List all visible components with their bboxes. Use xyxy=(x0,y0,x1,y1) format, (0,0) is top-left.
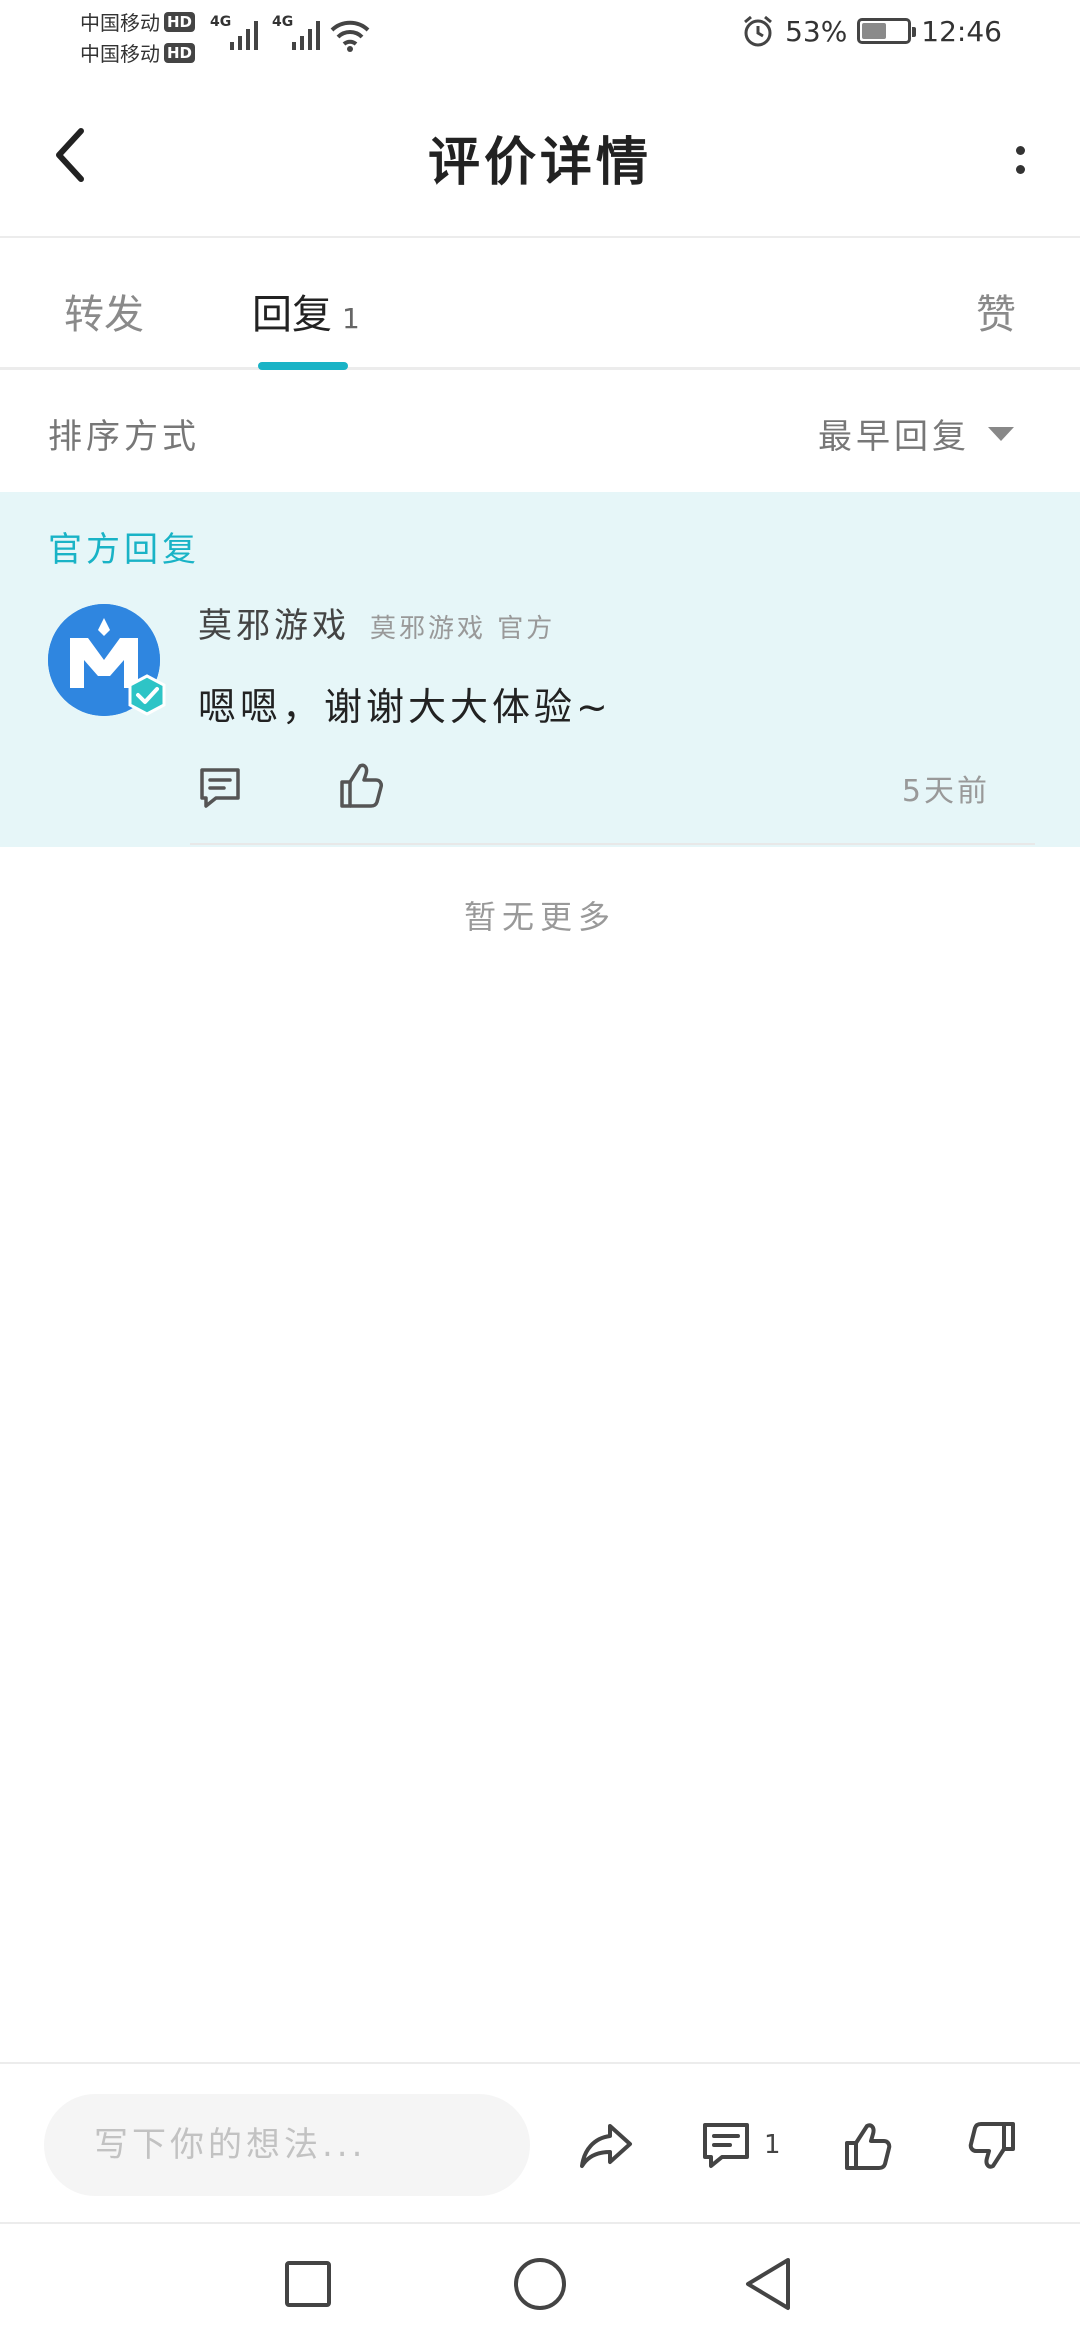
caret-down-icon xyxy=(988,426,1014,441)
home-button[interactable] xyxy=(508,2252,572,2316)
share-button[interactable] xyxy=(574,2114,638,2178)
thumbs-down-button[interactable] xyxy=(960,2114,1024,2178)
carrier-info: 中国移动 HD 中国移动 HD xyxy=(80,6,205,68)
system-back-button[interactable] xyxy=(736,2252,800,2316)
clock-time: 12:46 xyxy=(921,14,1002,48)
thumbs-up-icon[interactable] xyxy=(336,760,384,810)
system-nav-bar xyxy=(0,2226,1080,2340)
sort-row: 排序方式 最早回复 xyxy=(0,373,1080,493)
carrier-2-name: 中国移动 xyxy=(80,42,160,66)
thumbs-up-button[interactable] xyxy=(836,2114,900,2178)
tab-reply-count: 1 xyxy=(342,302,360,335)
reply-time: 5天前 xyxy=(901,774,990,809)
tab-reply-label: 回复 xyxy=(252,292,332,338)
sort-label: 排序方式 xyxy=(48,417,200,457)
battery-fill xyxy=(862,23,886,39)
signal-bars-icon xyxy=(292,21,320,50)
square-icon xyxy=(285,2261,331,2307)
sort-selected-value: 最早回复 xyxy=(818,417,970,457)
carrier-1-name: 中国移动 xyxy=(80,11,160,35)
avatar[interactable] xyxy=(48,604,166,716)
carrier-line-2: 中国移动 HD xyxy=(80,37,205,68)
status-right: 53% 12:46 xyxy=(741,14,1002,48)
battery-tip xyxy=(912,27,917,37)
divider xyxy=(190,843,1035,845)
signal-bars-icon xyxy=(230,21,258,50)
author-name[interactable]: 莫邪游戏 xyxy=(198,598,350,647)
author-tag: 莫邪游戏 官方 xyxy=(370,614,556,644)
tab-like-label: 赞 xyxy=(976,292,1016,338)
sort-dropdown[interactable]: 最早回复 xyxy=(818,409,1016,458)
tab-bar: 转发 回复 1 赞 xyxy=(0,240,1080,370)
tab-like[interactable]: 赞 xyxy=(976,282,1016,340)
thumbs-down-icon xyxy=(968,2122,1015,2169)
comment-button[interactable] xyxy=(694,2114,758,2178)
triangle-back-icon xyxy=(746,2258,790,2310)
page-title: 评价详情 xyxy=(427,133,652,193)
bottom-action-bar: 1 xyxy=(0,2062,1080,2224)
recent-apps-button[interactable] xyxy=(276,2252,340,2316)
wifi-icon xyxy=(330,20,370,52)
comment-count: 1 xyxy=(764,2130,781,2160)
more-dot-icon xyxy=(1015,146,1025,155)
tab-reply[interactable]: 回复 1 xyxy=(252,282,360,340)
battery-icon xyxy=(857,18,917,44)
status-bar: 中国移动 HD 中国移动 HD 4G 4G 53% 12:46 xyxy=(0,0,1080,70)
comment-input[interactable] xyxy=(44,2094,530,2196)
carrier-line-1: 中国移动 HD xyxy=(80,6,205,37)
alarm-icon xyxy=(744,15,773,47)
hd-badge: HD xyxy=(164,42,196,63)
header: 评价详情 xyxy=(0,70,1080,238)
tab-forward-label: 转发 xyxy=(64,292,144,338)
verified-badge-icon xyxy=(128,674,166,716)
battery-percent: 53% xyxy=(785,14,848,48)
official-reply-label: 官方回复 xyxy=(48,530,200,570)
comment-icon xyxy=(703,2123,749,2168)
share-arrow-icon xyxy=(580,2124,632,2168)
tab-active-indicator xyxy=(258,362,348,370)
tab-forward[interactable]: 转发 xyxy=(64,282,144,340)
author-line: 莫邪游戏 莫邪游戏 官方 xyxy=(198,598,555,647)
reply-text: 嗯嗯，谢谢大大体验~ xyxy=(198,685,612,729)
thumbs-up-icon xyxy=(845,2123,892,2170)
comment-icon[interactable] xyxy=(196,764,244,812)
more-options-button[interactable] xyxy=(1000,130,1040,190)
circle-icon xyxy=(514,2258,566,2310)
more-dot-icon xyxy=(1015,165,1025,174)
no-more-text: 暂无更多 xyxy=(463,898,616,936)
hd-badge: HD xyxy=(164,11,196,32)
official-reply-card: 官方回复 莫邪游戏 莫邪游戏 官方 嗯嗯，谢谢大大体验~ 5天前 xyxy=(0,492,1080,847)
